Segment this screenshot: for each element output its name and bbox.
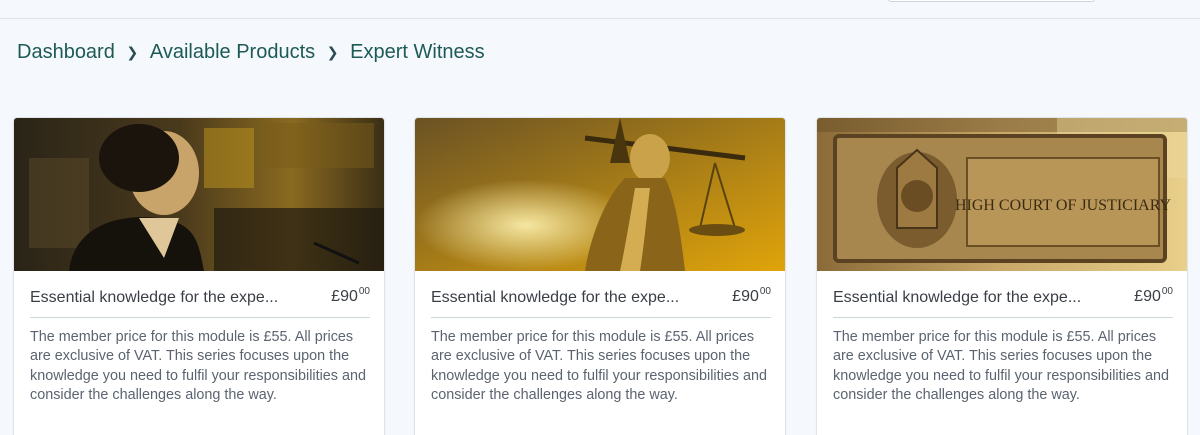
top-bar	[0, 0, 1200, 19]
product-title[interactable]: Essential knowledge for the expe...	[833, 288, 1081, 308]
lady-justice-image[interactable]	[415, 118, 785, 271]
product-title[interactable]: Essential knowledge for the expe...	[431, 288, 679, 308]
product-price: £9000	[1134, 286, 1173, 305]
chevron-right-icon: ❯	[126, 44, 139, 60]
woman-witness-image[interactable]	[14, 118, 384, 271]
product-price: £9000	[732, 286, 771, 305]
product-description: The member price for this module is £55.…	[833, 329, 1169, 403]
breadcrumb-available-products[interactable]: Available Products	[150, 40, 315, 64]
search-field-edge[interactable]	[888, 0, 1095, 2]
breadcrumb-dashboard[interactable]: Dashboard	[17, 40, 115, 64]
product-card[interactable]: Essential knowledge for the expe... £900…	[13, 117, 385, 435]
product-description: The member price for this module is £55.…	[30, 329, 366, 403]
high-court-sign-image[interactable]: HIGH COURT OF JUSTICIARY	[817, 118, 1187, 271]
product-card[interactable]: HIGH COURT OF JUSTICIARY Essential knowl…	[816, 117, 1188, 435]
card-header: Essential knowledge for the expe... £900…	[833, 286, 1173, 318]
breadcrumb-current-expert-witness: Expert Witness	[350, 41, 485, 63]
card-header: Essential knowledge for the expe... £900…	[431, 286, 771, 318]
chevron-right-icon: ❯	[326, 44, 339, 60]
breadcrumb: Dashboard ❯ Available Products ❯ Expert …	[17, 40, 485, 64]
product-price: £9000	[331, 286, 370, 305]
sign-engraving-text: HIGH COURT OF JUSTICIARY	[955, 197, 1172, 214]
product-description: The member price for this module is £55.…	[431, 329, 767, 403]
card-header: Essential knowledge for the expe... £900…	[30, 286, 370, 318]
product-card[interactable]: Essential knowledge for the expe... £900…	[414, 117, 786, 435]
product-title[interactable]: Essential knowledge for the expe...	[30, 288, 278, 308]
